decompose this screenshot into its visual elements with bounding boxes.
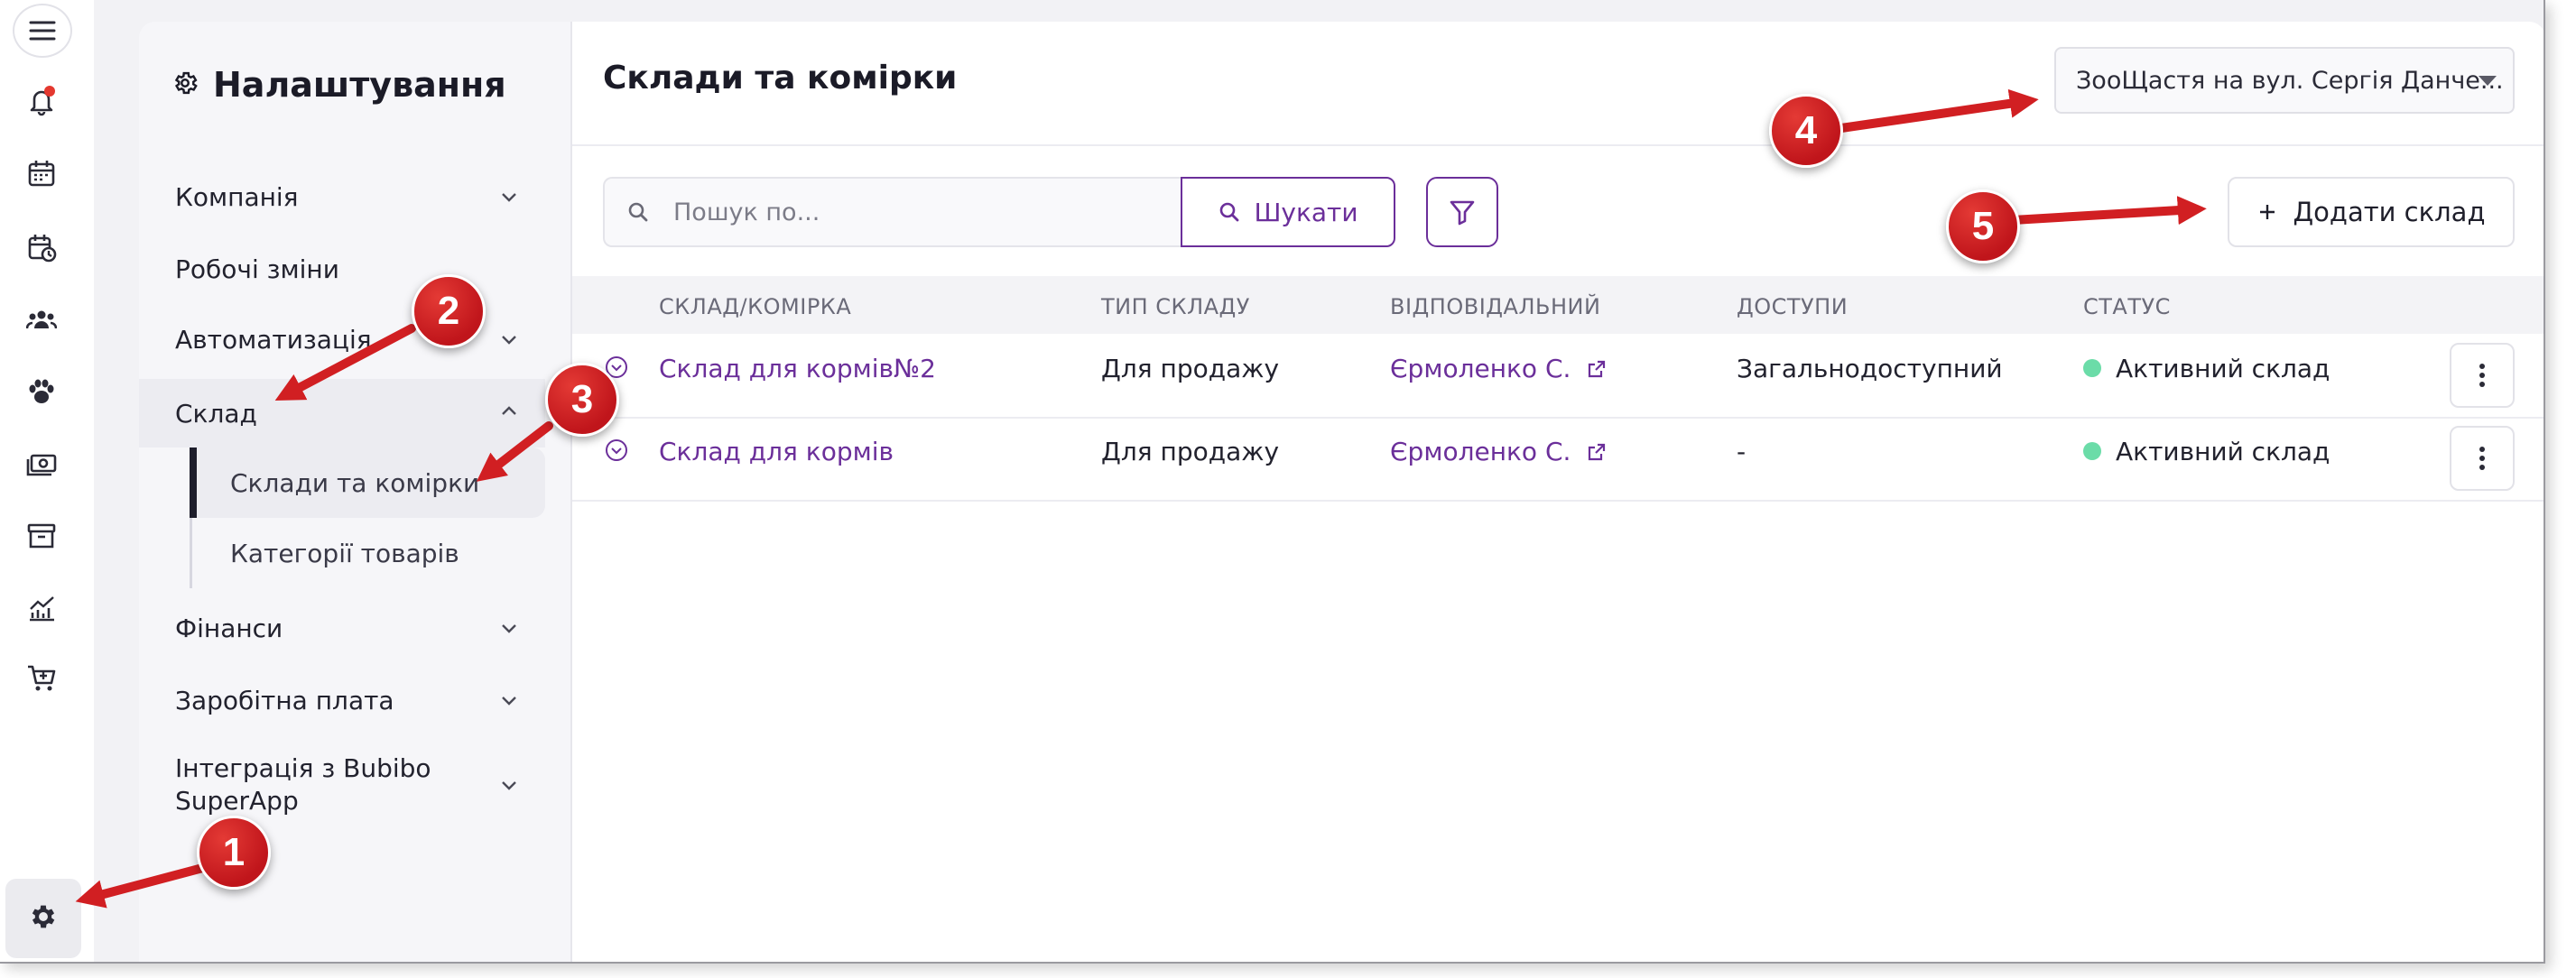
expand-chevron-icon[interactable]: [605, 438, 628, 462]
responsible-link[interactable]: Єрмоленко С.: [1390, 354, 1608, 383]
chevron-up-icon: [502, 406, 516, 415]
money-icon[interactable]: [22, 444, 61, 484]
status-badge: Активний склад: [2116, 354, 2330, 383]
warehouse-type: Для продажу: [1101, 354, 1280, 383]
search-icon: [628, 202, 648, 222]
warehouse-name-link[interactable]: Склад для кормів: [659, 437, 894, 466]
column-header-status[interactable]: СТАТУС: [2083, 294, 2171, 319]
location-select[interactable]: ЗооЩастя на вул. Сергія Данче...: [2054, 47, 2515, 114]
sidebar-item-label: Робочі зміни: [175, 254, 339, 284]
row-actions-button[interactable]: [2450, 343, 2515, 408]
paw-icon[interactable]: [22, 372, 61, 411]
column-header-warehouse[interactable]: СКЛАД/КОМІРКА: [659, 294, 851, 319]
users-icon[interactable]: [22, 300, 61, 339]
gear-icon: [171, 65, 199, 105]
sidebar-subitem-label: Категорії товарів: [230, 538, 459, 568]
annotation-badge-2: 2: [412, 274, 486, 348]
location-select-value: ЗооЩастя на вул. Сергія Данче...: [2076, 66, 2504, 95]
row-actions-button[interactable]: [2450, 426, 2515, 491]
external-link-icon: [1589, 443, 1606, 461]
sidebar-item-label: Компанія: [175, 181, 299, 212]
search-input[interactable]: [672, 197, 1144, 227]
menu-icon[interactable]: [13, 4, 72, 58]
chart-icon[interactable]: [22, 588, 61, 628]
icon-rail: [0, 0, 94, 962]
table-row: Склад для кормів№2 Для продажу Єрмоленко…: [572, 334, 2544, 419]
column-header-access[interactable]: ДОСТУПИ: [1737, 294, 1848, 319]
bell-icon[interactable]: [22, 81, 61, 121]
more-vertical-icon: [2479, 364, 2485, 387]
sidebar-title-text: Налаштування: [213, 65, 506, 105]
divider: [572, 144, 2544, 146]
column-header-type[interactable]: ТИП СКЛАДУ: [1101, 294, 1250, 319]
search-field[interactable]: [603, 177, 1181, 247]
sidebar-item-warehouse[interactable]: Склад: [139, 379, 545, 447]
chevron-down-icon: [502, 624, 516, 633]
status-dot: [2083, 359, 2101, 377]
status-dot: [2083, 442, 2101, 460]
plus-icon: [2259, 205, 2275, 219]
calendar-icon[interactable]: [22, 153, 61, 193]
external-link-icon: [1589, 360, 1606, 378]
archive-icon[interactable]: [22, 516, 61, 556]
caret-down-icon: [2479, 76, 2497, 86]
annotation-badge-3: 3: [545, 363, 619, 437]
sidebar-item-label: Фінанси: [175, 613, 283, 643]
responsible-name: Єрмоленко С.: [1390, 354, 1571, 383]
sidebar-item-salary[interactable]: Заробітна плата: [139, 668, 545, 733]
chevron-down-icon: [502, 697, 516, 706]
cart-icon[interactable]: [22, 659, 61, 698]
chevron-down-icon: [502, 781, 516, 790]
chevron-down-icon: [502, 336, 516, 345]
sidebar-subitem-categories[interactable]: Категорії товарів: [190, 518, 545, 588]
search-icon: [1220, 202, 1239, 222]
main-panel: Склади та комірки ЗооЩастя на вул. Сергі…: [570, 22, 2544, 962]
sidebar-subitem-warehouses[interactable]: Склади та комірки: [190, 447, 545, 518]
sidebar-item-finance[interactable]: Фінанси: [139, 595, 545, 660]
sidebar-item-integration[interactable]: Інтеграція з Bubibo SuperApp: [139, 740, 545, 830]
responsible-link[interactable]: Єрмоленко С.: [1390, 437, 1608, 466]
annotation-badge-4: 4: [1769, 94, 1843, 168]
warehouse-name-link[interactable]: Склад для кормів№2: [659, 354, 936, 383]
responsible-name: Єрмоленко С.: [1390, 437, 1571, 466]
sidebar-item-label: Заробітна плата: [175, 685, 394, 715]
gear-icon: [28, 901, 59, 936]
annotation-badge-1: 1: [197, 816, 271, 890]
chevron-down-icon: [502, 193, 516, 202]
table-header: СКЛАД/КОМІРКА ТИП СКЛАДУ ВІДПОВІДАЛЬНИЙ …: [572, 276, 2544, 334]
status-badge: Активний склад: [2116, 437, 2330, 466]
settings-rail-button[interactable]: [5, 879, 81, 958]
annotation-badge-5: 5: [1946, 189, 2020, 263]
app-window: Налаштування Компанія Робочі зміни Автом…: [0, 0, 2545, 964]
sidebar-subitem-label: Склади та комірки: [230, 467, 480, 498]
table-row: Склад для кормів Для продажу Єрмоленко С…: [572, 417, 2544, 502]
search-button[interactable]: Шукати: [1181, 177, 1395, 247]
calendar-clock-icon[interactable]: [22, 227, 61, 267]
more-vertical-icon: [2479, 447, 2485, 470]
add-warehouse-label: Додати склад: [2293, 197, 2486, 227]
settings-sidebar: Налаштування Компанія Робочі зміни Автом…: [139, 22, 570, 962]
page-title: Склади та комірки: [603, 60, 958, 97]
add-warehouse-button[interactable]: Додати склад: [2228, 177, 2515, 247]
warehouse-access: -: [1737, 437, 1747, 466]
sidebar-item-label: Автоматизація: [175, 324, 372, 355]
filter-button[interactable]: [1426, 177, 1498, 247]
column-header-responsible[interactable]: ВІДПОВІДАЛЬНИЙ: [1390, 294, 1600, 319]
sidebar-item-company[interactable]: Компанія: [139, 164, 545, 229]
warehouse-access: Загальнодоступний: [1737, 354, 2003, 383]
sidebar-item-label: Інтеграція з Bubibo SuperApp: [175, 753, 431, 816]
sidebar-title: Налаштування: [171, 60, 506, 110]
filter-icon: [1450, 200, 1475, 226]
search-button-label: Шукати: [1254, 197, 1358, 227]
sidebar-item-label: Склад: [175, 398, 257, 429]
sidebar-item-shifts[interactable]: Робочі зміни: [139, 236, 545, 301]
warehouse-type: Для продажу: [1101, 437, 1280, 466]
